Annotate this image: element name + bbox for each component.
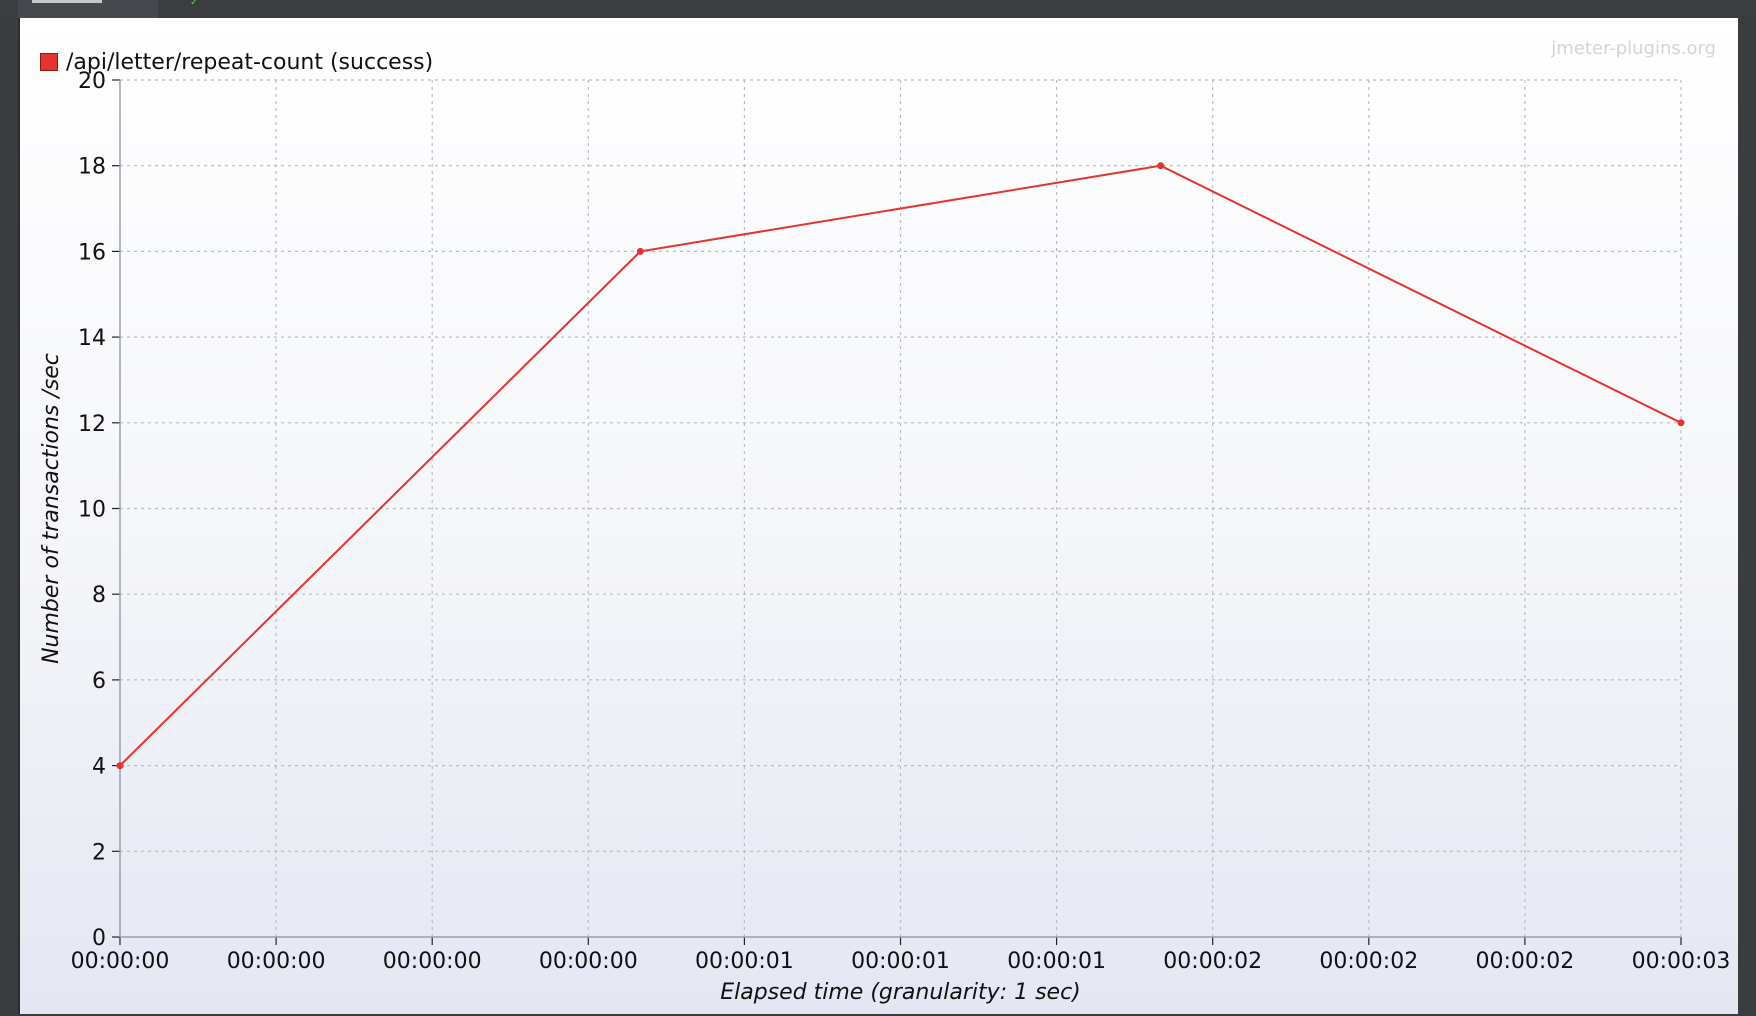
y-tick-label: 4 xyxy=(92,755,106,780)
x-tick-label: 00:00:03 xyxy=(1632,949,1731,974)
x-tick-label: 00:00:00 xyxy=(539,949,638,974)
y-tick-label: 8 xyxy=(92,583,106,608)
x-tick-label: 00:00:01 xyxy=(1007,949,1106,974)
x-tick-label: 00:00:00 xyxy=(71,949,170,974)
y-tick-label: 14 xyxy=(78,326,106,351)
x-tick-label: 00:00:00 xyxy=(227,949,326,974)
x-tick-label: 00:00:02 xyxy=(1319,949,1418,974)
y-tick-label: 12 xyxy=(78,412,106,437)
line-chart: 0 2 4 6 8 10 12 14 16 18 20 00:00:00 00:00:00 00:00:0… xyxy=(39,69,1731,1005)
x-tick-label: 00:00:01 xyxy=(695,949,794,974)
y-tick-label: 20 xyxy=(78,69,106,94)
data-point xyxy=(1677,419,1685,427)
x-tick-label: 00:00:02 xyxy=(1475,949,1574,974)
x-tick-label: 00:00:02 xyxy=(1163,949,1262,974)
y-axis-label: Number of transactions /sec xyxy=(39,353,64,664)
y-tick-label: 10 xyxy=(78,498,106,523)
data-point xyxy=(1157,162,1165,170)
x-tick-label: 00:00:00 xyxy=(383,949,482,974)
y-tick-label: 2 xyxy=(92,840,106,865)
y-tick-label: 0 xyxy=(92,926,106,951)
data-point xyxy=(116,762,124,770)
y-tick-label: 6 xyxy=(92,669,106,694)
x-axis-label: Elapsed time (granularity: 1 sec) xyxy=(720,980,1081,1005)
y-tick-label: 18 xyxy=(78,155,106,180)
data-point xyxy=(636,247,644,255)
x-tick-label: 00:00:01 xyxy=(851,949,950,974)
y-tick-label: 16 xyxy=(78,240,106,265)
